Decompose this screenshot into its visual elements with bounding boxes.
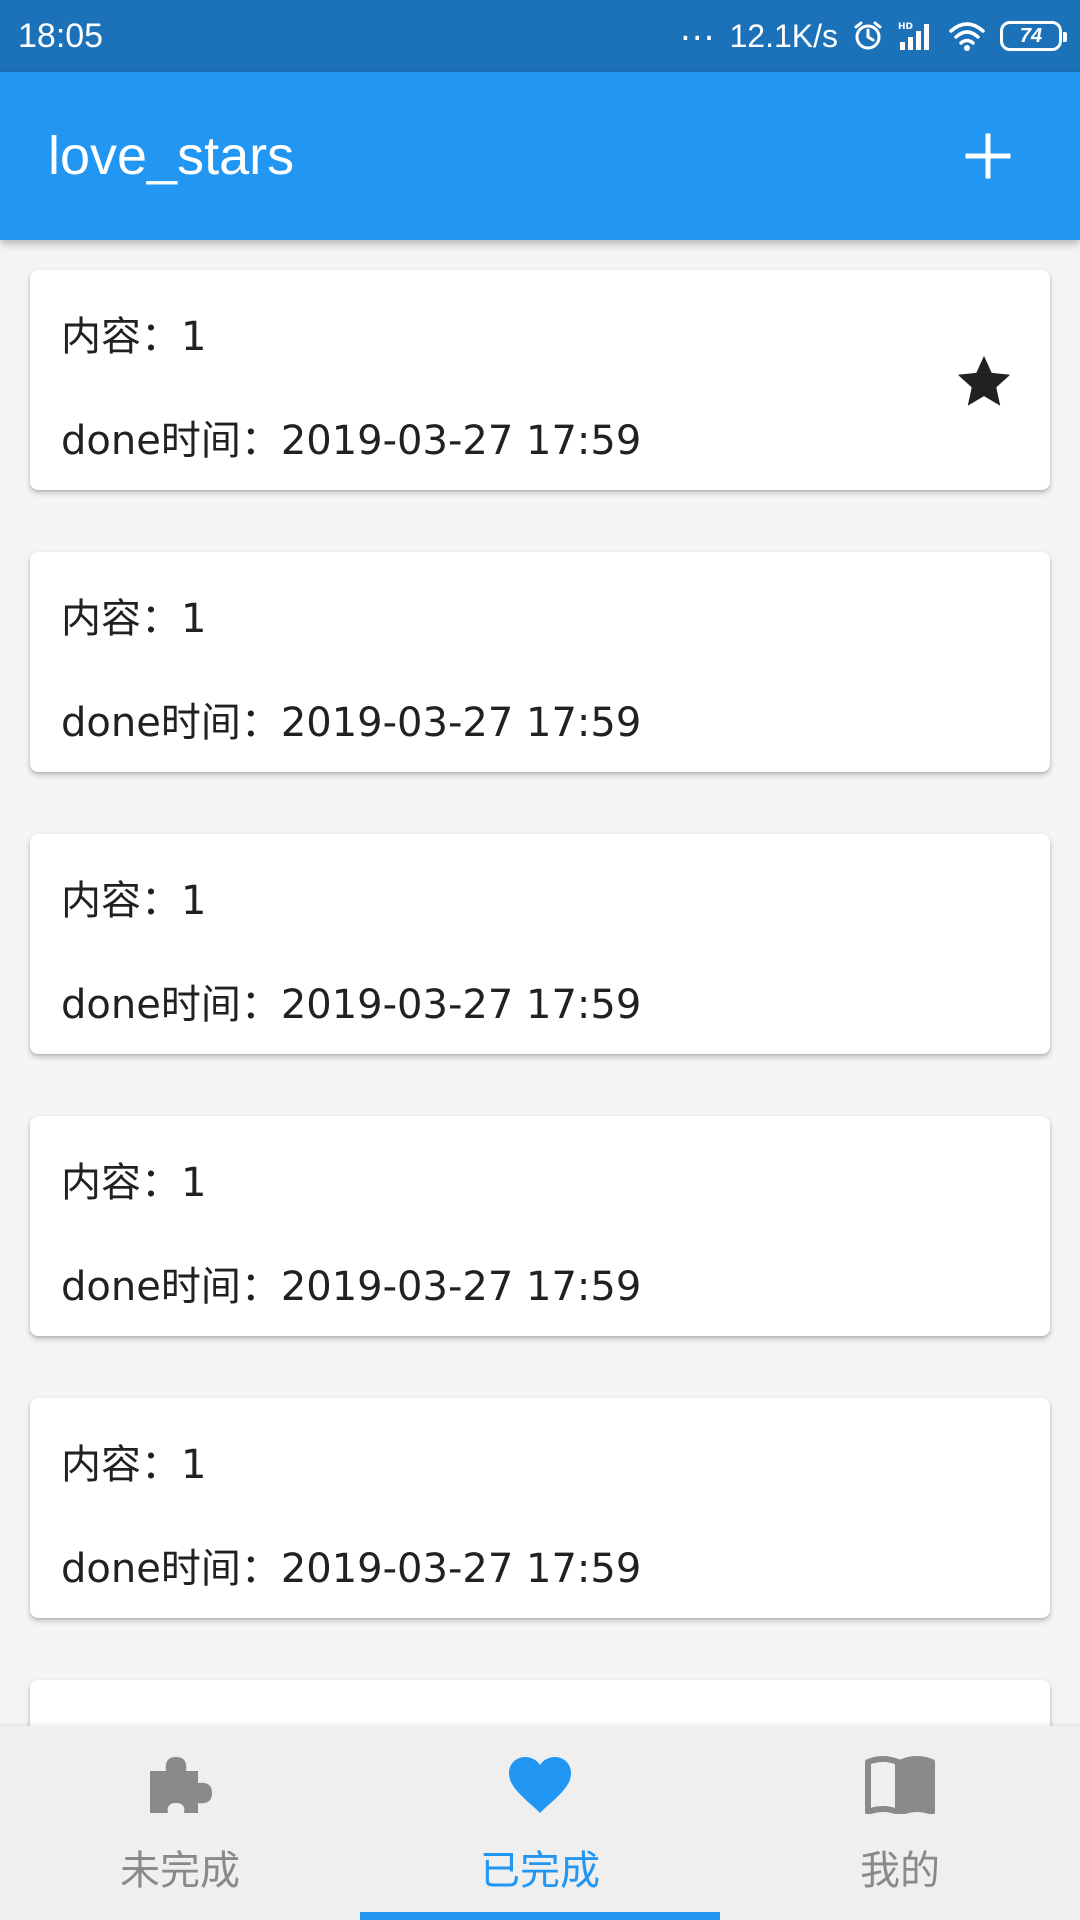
alarm-icon [852,20,884,52]
battery-icon: 74 [1000,21,1067,51]
list-item[interactable]: 内容：1 done时间：2019-03-27 17:59 [30,552,1050,772]
bottom-navigation: 未完成 已完成 我的 [0,1726,1080,1920]
item-content: 内容：1 [61,1442,207,1488]
list-item[interactable]: 内容：1 done时间：2019-03-27 17:59 [30,1116,1050,1336]
tab-unfinished-label: 未完成 [120,1848,240,1894]
svg-text:HD: HD [898,22,913,32]
item-content: 内容：1 [61,878,207,924]
wifi-icon [948,20,986,52]
status-indicators: ... 12.1K/s HD 74 [680,12,1067,55]
tab-mine[interactable]: 我的 [720,1726,1080,1920]
status-bar: 18:05 ... 12.1K/s HD 74 [0,0,1080,72]
active-tab-indicator [360,1912,720,1920]
item-done-time: done时间：2019-03-27 17:59 [61,1264,642,1310]
item-content: 内容：1 [61,596,207,642]
item-content: 内容：1 [61,314,207,360]
item-content: 内容：1 [61,1160,207,1206]
tab-unfinished[interactable]: 未完成 [0,1726,360,1920]
puzzle-icon [146,1750,214,1820]
status-time: 18:05 [18,16,104,55]
item-done-time: done时间：2019-03-27 17:59 [61,982,642,1028]
item-done-time: done时间：2019-03-27 17:59 [61,700,642,746]
plus-icon [965,133,1011,179]
star-icon[interactable] [952,350,1016,414]
app-bar: love_stars [0,72,1080,240]
item-done-time: done时间：2019-03-27 17:59 [61,418,642,464]
more-notifications-icon: ... [680,9,716,49]
list-item[interactable]: 内容：1 done时间：2019-03-27 17:59 [30,270,1050,490]
book-icon [865,1750,935,1820]
tab-mine-label: 我的 [860,1848,940,1894]
add-button[interactable] [948,116,1028,196]
app-title: love_stars [48,126,295,186]
tab-finished-label: 已完成 [480,1848,600,1894]
list-item[interactable] [30,1680,1050,1726]
signal-hd-icon: HD [898,20,934,52]
list-item[interactable]: 内容：1 done时间：2019-03-27 17:59 [30,1398,1050,1618]
list-item[interactable]: 内容：1 done时间：2019-03-27 17:59 [30,834,1050,1054]
heart-icon [507,1750,573,1820]
done-list[interactable]: 内容：1 done时间：2019-03-27 17:59 内容：1 done时间… [0,240,1080,1726]
network-speed: 12.1K/s [729,17,838,54]
tab-finished[interactable]: 已完成 [360,1726,720,1920]
item-done-time: done时间：2019-03-27 17:59 [61,1546,642,1592]
